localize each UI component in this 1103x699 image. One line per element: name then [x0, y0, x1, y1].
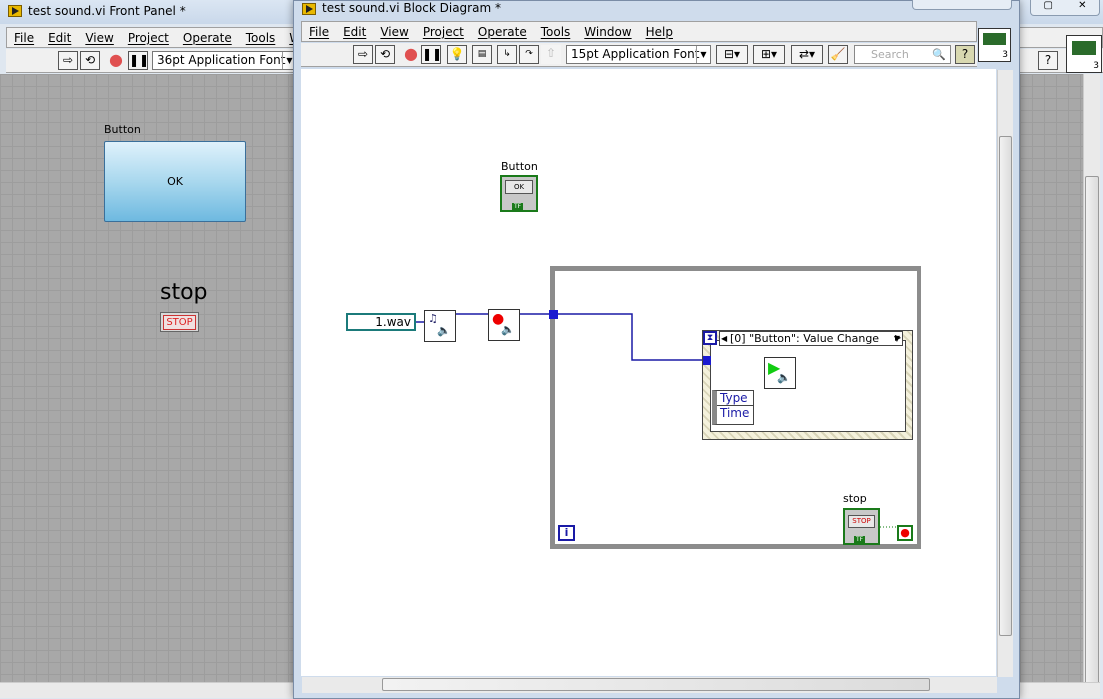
terminal-type: TF: [854, 536, 866, 543]
sound-output-start-node[interactable]: ▶ 🔈: [764, 357, 796, 389]
button-terminal[interactable]: OK TF: [500, 175, 538, 212]
stop-terminal[interactable]: STOP TF: [843, 508, 880, 545]
speaker-icon: 🔈: [777, 371, 791, 384]
decrement-arrow-icon: ◀: [721, 334, 728, 343]
terminal-type: TF: [512, 203, 524, 210]
stop-terminal-label: stop: [843, 492, 867, 505]
terminal-text: OK: [505, 180, 533, 194]
event-data-node[interactable]: Type Time: [712, 390, 754, 425]
event-data-type: Type: [717, 391, 753, 406]
timeout-icon: ⧗: [703, 331, 717, 345]
increment-arrow-icon[interactable]: ▶: [895, 333, 901, 342]
iteration-terminal: i: [558, 525, 575, 541]
sound-output-configure-node[interactable]: ● 🔈: [488, 309, 520, 341]
loop-condition-stop-icon[interactable]: ●: [897, 525, 913, 541]
event-structure[interactable]: ⧗ ◀ [0] "Button": Value Change ▼ ▶ Type …: [702, 330, 913, 440]
event-case-selector[interactable]: ◀ [0] "Button": Value Change ▼: [719, 331, 903, 346]
terminal-text: STOP: [848, 515, 875, 528]
path-value: 1.wav: [375, 315, 411, 329]
sound-file-open-node[interactable]: ♫ 🔈: [424, 310, 456, 342]
loop-tunnel: [549, 310, 558, 319]
path-constant[interactable]: 1.wav: [346, 313, 416, 331]
event-data-time: Time: [720, 406, 750, 420]
speaker-icon: 🔈: [437, 324, 451, 337]
button-terminal-label: Button: [501, 160, 538, 173]
event-case-label: [0] "Button": Value Change: [730, 332, 880, 345]
event-tunnel: [703, 356, 711, 365]
speaker-icon: 🔈: [501, 323, 515, 336]
